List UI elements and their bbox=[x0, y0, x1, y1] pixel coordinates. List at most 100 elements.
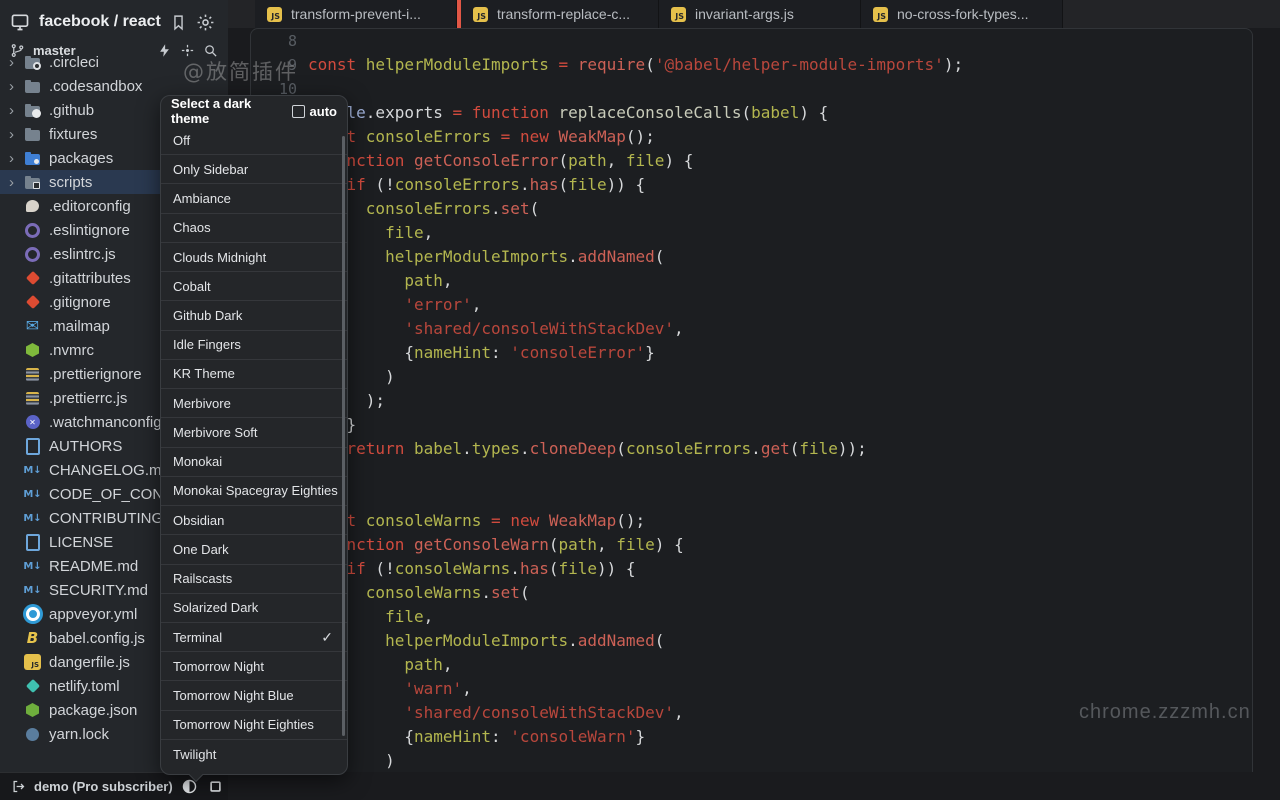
theme-item-only-sidebar[interactable]: Only Sidebar bbox=[161, 154, 347, 183]
theme-item-idle-fingers[interactable]: Idle Fingers bbox=[161, 330, 347, 359]
layout-square-icon[interactable] bbox=[208, 779, 223, 794]
git-icon bbox=[24, 294, 41, 311]
file-name: yarn.lock bbox=[49, 726, 109, 743]
folder-icon bbox=[24, 150, 41, 167]
theme-item-kr-theme[interactable]: KR Theme bbox=[161, 359, 347, 388]
theme-item-off[interactable]: Off bbox=[161, 126, 347, 154]
chevron-right-icon: › bbox=[9, 151, 24, 166]
file-name: LICENSE bbox=[49, 534, 113, 551]
code-line-38: 38 ) bbox=[251, 749, 1252, 772]
theme-item-label: Tomorrow Night Eighties bbox=[173, 717, 314, 732]
theme-item-github-dark[interactable]: Github Dark bbox=[161, 300, 347, 329]
theme-item-tomorrow-night-eighties[interactable]: Tomorrow Night Eighties bbox=[161, 710, 347, 739]
chevron-right-icon: › bbox=[9, 127, 24, 142]
code-line-33: 33 helperModuleImports.addNamed( bbox=[251, 629, 1252, 653]
github-folder-icon bbox=[24, 102, 41, 119]
theme-item-merbivore-soft[interactable]: Merbivore Soft bbox=[161, 417, 347, 446]
file-name: .prettierrc.js bbox=[49, 390, 127, 407]
theme-item-twilight[interactable]: Twilight bbox=[161, 739, 347, 768]
auto-checkbox[interactable] bbox=[292, 105, 305, 118]
settings-gear-icon[interactable] bbox=[196, 13, 215, 32]
file-name: AUTHORS bbox=[49, 438, 122, 455]
theme-item-label: Monokai bbox=[173, 454, 222, 469]
theme-item-monokai-spacegray-eighties[interactable]: Monokai Spacegray Eighties bbox=[161, 476, 347, 505]
code-text: {nameHint: 'consoleWarn'} bbox=[308, 725, 645, 749]
repo-title: facebook / react bbox=[39, 13, 161, 31]
file-name: .eslintrc.js bbox=[49, 246, 116, 263]
code-text: function getConsoleError(path, file) { bbox=[308, 149, 693, 173]
tab-transform-replace-c[interactable]: JStransform-replace-c... bbox=[457, 0, 659, 28]
theme-item-label: Tomorrow Night bbox=[173, 659, 264, 674]
theme-item-monokai[interactable]: Monokai bbox=[161, 447, 347, 476]
theme-item-label: Solarized Dark bbox=[173, 600, 258, 615]
theme-item-tomorrow-night[interactable]: Tomorrow Night bbox=[161, 651, 347, 680]
code-line-9: 9const helperModuleImports = require('@b… bbox=[251, 53, 1252, 77]
theme-menu-scrollbar[interactable] bbox=[342, 136, 345, 736]
chevron-right-icon: › bbox=[9, 103, 24, 118]
theme-item-one-dark[interactable]: One Dark bbox=[161, 534, 347, 563]
theme-item-obsidian[interactable]: Obsidian bbox=[161, 505, 347, 534]
code-text: helperModuleImports.addNamed( bbox=[308, 629, 664, 653]
theme-item-label: Idle Fingers bbox=[173, 337, 241, 352]
code-text: 'shared/consoleWithStackDev', bbox=[308, 317, 684, 341]
file-name: .prettierignore bbox=[49, 366, 142, 383]
code-text: helperModuleImports.addNamed( bbox=[308, 245, 664, 269]
markdown-icon: M↓ bbox=[24, 558, 41, 575]
netlify-icon bbox=[24, 678, 41, 695]
theme-item-railscasts[interactable]: Railscasts bbox=[161, 564, 347, 593]
js-file-icon: JS bbox=[873, 7, 888, 22]
sidebar-watermark: @放简插件 bbox=[183, 56, 298, 86]
theme-item-label: Twilight bbox=[173, 747, 216, 762]
theme-item-label: Monokai Spacegray Eighties bbox=[173, 483, 338, 498]
prettier-icon bbox=[24, 366, 41, 383]
code-text: 'shared/consoleWithStackDev', bbox=[308, 701, 684, 725]
theme-item-solarized-dark[interactable]: Solarized Dark bbox=[161, 593, 347, 622]
code-line-26: 26 } bbox=[251, 461, 1252, 485]
code-line-11: 11module.exports = function replaceConso… bbox=[251, 101, 1252, 125]
tab-label: invariant-args.js bbox=[695, 6, 794, 22]
npm-icon bbox=[24, 702, 41, 719]
code-line-21: 21 {nameHint: 'consoleError'} bbox=[251, 341, 1252, 365]
file-name: SECURITY.md bbox=[49, 582, 148, 599]
code-line-23: 23 ); bbox=[251, 389, 1252, 413]
code-line-12: 12 let consoleErrors = new WeakMap(); bbox=[251, 125, 1252, 149]
code-text: function getConsoleWarn(path, file) { bbox=[308, 533, 684, 557]
prettier-icon bbox=[24, 390, 41, 407]
code-line-19: 19 'error', bbox=[251, 293, 1252, 317]
theme-item-label: Merbivore Soft bbox=[173, 425, 258, 440]
code-area[interactable]: 89const helperModuleImports = require('@… bbox=[251, 29, 1252, 772]
markdown-icon: M↓ bbox=[24, 582, 41, 599]
code-line-15: 15 consoleErrors.set( bbox=[251, 197, 1252, 221]
yarn-icon bbox=[24, 726, 41, 743]
tab-transform-prevent-i[interactable]: JStransform-prevent-i... bbox=[255, 0, 457, 28]
theme-item-clouds-midnight[interactable]: Clouds Midnight bbox=[161, 242, 347, 271]
tab-bar: JStransform-prevent-i...JStransform-repl… bbox=[228, 0, 1280, 28]
theme-item-ambiance[interactable]: Ambiance bbox=[161, 183, 347, 212]
theme-item-label: KR Theme bbox=[173, 366, 235, 381]
tab-label: transform-prevent-i... bbox=[291, 6, 421, 22]
code-line-34: 34 path, bbox=[251, 653, 1252, 677]
code-line-27: 27 bbox=[251, 485, 1252, 509]
theme-item-merbivore[interactable]: Merbivore bbox=[161, 388, 347, 417]
tab-no-cross-fork-types[interactable]: JSno-cross-fork-types... bbox=[861, 0, 1063, 28]
circleci-folder-icon bbox=[24, 54, 41, 71]
theme-item-tomorrow-night-blue[interactable]: Tomorrow Night Blue bbox=[161, 680, 347, 709]
file-name: .gitignore bbox=[49, 294, 111, 311]
tab-invariant-args-js[interactable]: JSinvariant-args.js bbox=[659, 0, 861, 28]
theme-item-cobalt[interactable]: Cobalt bbox=[161, 271, 347, 300]
theme-item-label: Railscasts bbox=[173, 571, 232, 586]
markdown-icon: M↓ bbox=[24, 510, 41, 527]
code-line-31: 31 consoleWarns.set( bbox=[251, 581, 1252, 605]
code-line-8: 8 bbox=[251, 29, 1252, 53]
theme-item-label: Github Dark bbox=[173, 308, 242, 323]
theme-item-chaos[interactable]: Chaos bbox=[161, 213, 347, 242]
theme-item-terminal[interactable]: Terminal✓ bbox=[161, 622, 347, 651]
js-icon bbox=[24, 654, 41, 671]
theme-menu-title: Select a dark theme bbox=[171, 96, 287, 126]
code-line-20: 20 'shared/consoleWithStackDev', bbox=[251, 317, 1252, 341]
auto-checkbox-label: auto bbox=[310, 104, 337, 119]
bookmark-icon[interactable] bbox=[170, 14, 187, 31]
file-name: fixtures bbox=[49, 126, 97, 143]
tab-label: transform-replace-c... bbox=[497, 6, 630, 22]
watchman-icon: ✕ bbox=[24, 414, 41, 431]
